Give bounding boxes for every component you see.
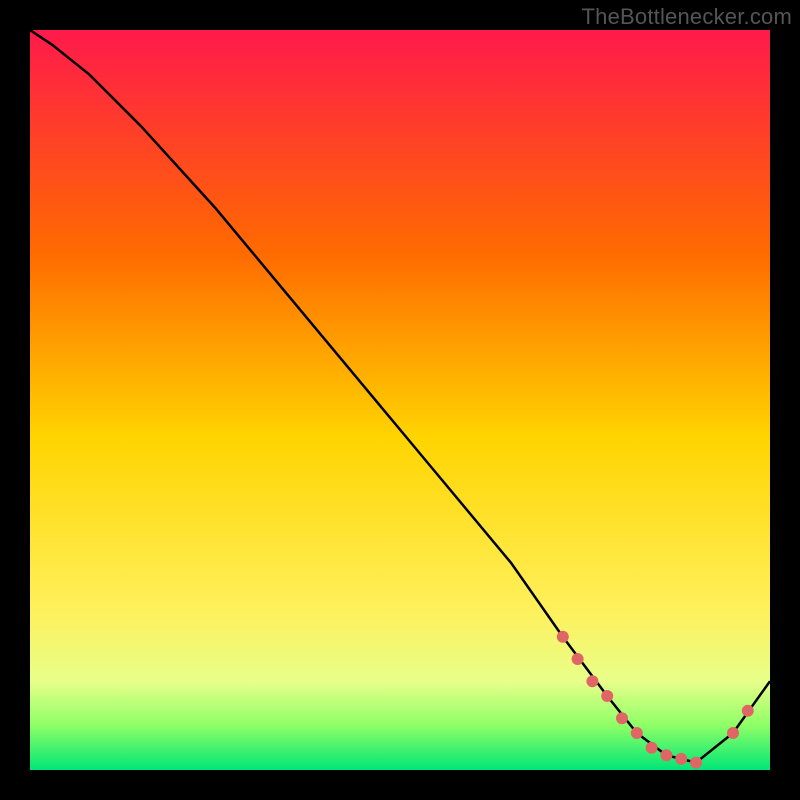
- gradient-background: [30, 30, 770, 770]
- marker-point: [675, 753, 687, 765]
- chart-svg: [30, 30, 770, 770]
- marker-point: [616, 712, 628, 724]
- marker-point: [660, 749, 672, 761]
- marker-point: [646, 742, 658, 754]
- marker-point: [557, 631, 569, 643]
- chart-frame: TheBottlenecker.com: [0, 0, 800, 800]
- marker-point: [742, 705, 754, 717]
- marker-point: [572, 653, 584, 665]
- marker-point: [631, 727, 643, 739]
- plot-area: [30, 30, 770, 770]
- marker-point: [586, 675, 598, 687]
- marker-point: [690, 757, 702, 769]
- marker-point: [727, 727, 739, 739]
- marker-point: [601, 690, 613, 702]
- watermark-text: TheBottlenecker.com: [582, 4, 792, 30]
